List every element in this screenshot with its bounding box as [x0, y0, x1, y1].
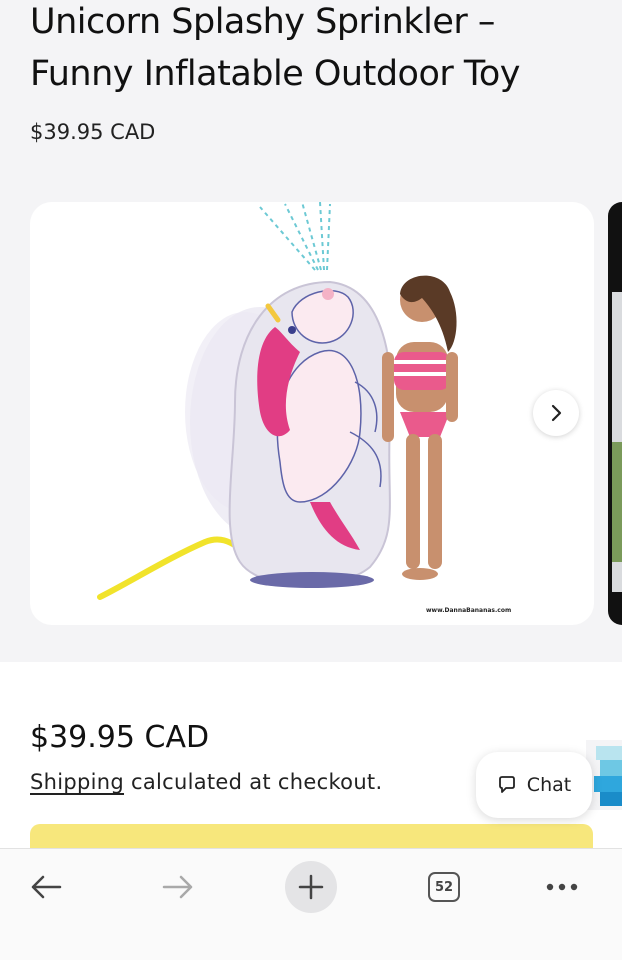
new-tab-circle — [285, 861, 337, 913]
gallery-next-button[interactable] — [533, 390, 579, 436]
product-price: $39.95 CAD — [30, 720, 210, 755]
plus-icon — [298, 874, 324, 900]
product-title-line2: Funny Inflatable Outdoor Toy — [30, 54, 520, 94]
back-button[interactable] — [16, 857, 76, 917]
chat-button[interactable]: Chat — [476, 752, 592, 818]
arrow-left-icon — [31, 875, 62, 899]
shipping-note: Shipping calculated at checkout. — [30, 770, 382, 794]
chat-label: Chat — [526, 774, 572, 796]
chat-bubble-icon — [498, 776, 515, 793]
shipping-text: calculated at checkout. — [124, 770, 383, 794]
product-price-top: $39.95 CAD — [30, 120, 156, 144]
product-title: Unicorn Splashy Sprinkler – Funny Inflat… — [30, 0, 600, 100]
menu-button[interactable] — [532, 857, 592, 917]
new-tab-button[interactable] — [281, 857, 341, 917]
product-image[interactable] — [30, 202, 594, 625]
product-title-line1: Unicorn Splashy Sprinkler – — [30, 2, 495, 42]
tabs-button[interactable]: 52 — [414, 857, 474, 917]
browser-bottom-toolbar: 52 — [0, 848, 622, 960]
more-horizontal-icon — [546, 883, 578, 891]
product-image-gallery[interactable]: www.DannaBananas.com — [30, 202, 594, 625]
next-gallery-image-peek[interactable] — [608, 202, 622, 625]
chevron-right-icon — [551, 404, 562, 422]
peek-image-grass — [612, 442, 622, 562]
tab-count: 52 — [428, 872, 460, 902]
product-header: Unicorn Splashy Sprinkler – Funny Inflat… — [30, 0, 600, 144]
forward-button[interactable] — [148, 857, 208, 917]
image-watermark: www.DannaBananas.com — [426, 607, 512, 614]
arrow-right-icon — [162, 875, 193, 899]
shipping-link[interactable]: Shipping — [30, 770, 124, 794]
